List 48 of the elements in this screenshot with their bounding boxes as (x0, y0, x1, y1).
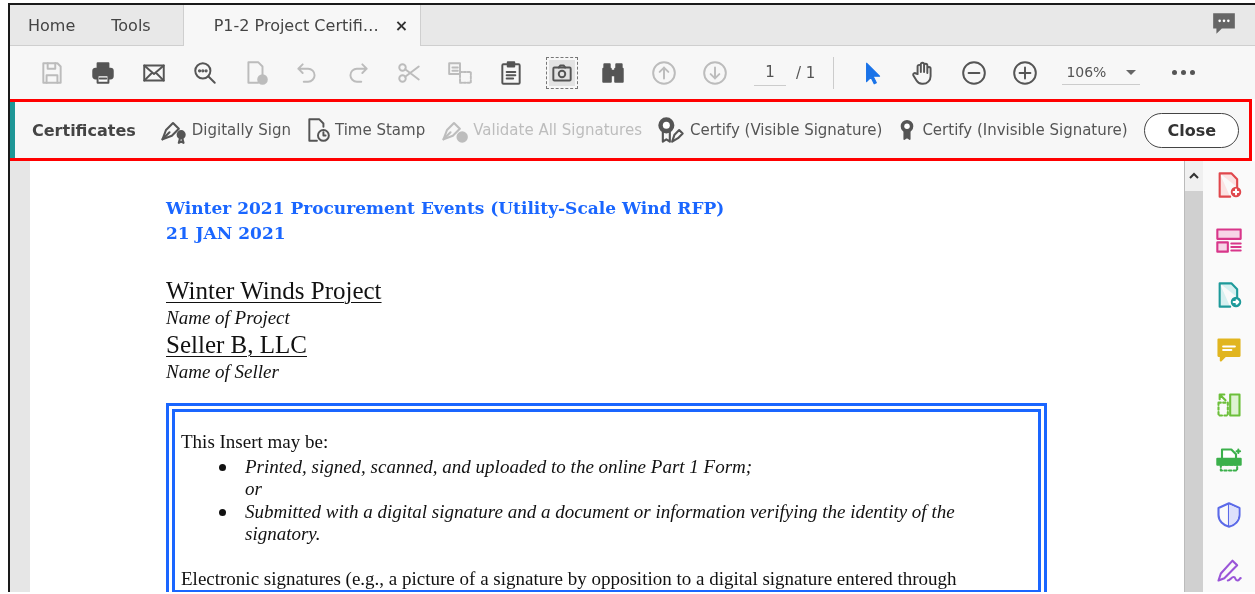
certificates-title: Certificates (32, 120, 136, 140)
close-tab-button[interactable]: × (394, 16, 409, 35)
insert-intro: This Insert may be: (181, 431, 330, 454)
paragraph: Electronic signatures (e.g., a picture of a signature by opposition to a digital signature entered through (181, 567, 958, 590)
certificate-action[interactable]: Digitally Sign (157, 116, 291, 144)
comment-icon (1211, 10, 1237, 36)
tool-shortcut[interactable] (1215, 501, 1243, 529)
comment-icon (1215, 336, 1243, 364)
print-icon (89, 59, 116, 86)
list-item-text: or (245, 478, 263, 501)
search-icon (191, 59, 218, 86)
page-total: / 1 (796, 63, 816, 82)
document-heading: 21 JAN 2021 (166, 222, 287, 245)
scroll-up-button[interactable] (1185, 161, 1203, 191)
certificate-action[interactable]: Time Stamp (304, 116, 426, 144)
ribbon-pen-icon (655, 116, 686, 144)
tab[interactable]: Home (10, 5, 94, 45)
close-button[interactable]: Close (1144, 112, 1239, 148)
bullet-icon (219, 463, 226, 471)
caption: Name of Seller (166, 360, 280, 384)
chevron-up-icon (1189, 172, 1199, 180)
scan-icon (1215, 446, 1243, 474)
list-item-text: Submitted with a digital signature and a document or information verifying the identity of the signatory. (245, 500, 956, 546)
scrollbar[interactable] (1184, 161, 1203, 592)
tool-shortcut[interactable] (1215, 226, 1243, 254)
copy-icon (446, 59, 473, 86)
page-number-field[interactable]: 1 (754, 59, 786, 86)
tab[interactable]: Tools (93, 5, 169, 45)
certificate-action[interactable]: Certify (Visible Signature) (655, 116, 883, 144)
tool-shortcut[interactable] (1215, 446, 1243, 474)
zoom-in-icon (1011, 59, 1038, 86)
caption: Name of Project (166, 306, 291, 330)
tool-shortcut[interactable] (1215, 391, 1243, 419)
zoom-dropdown[interactable]: 106% (1062, 60, 1141, 85)
project-name: Winter Winds Project (166, 276, 382, 305)
layout-icon (1215, 226, 1243, 254)
organize-pages-icon (1215, 391, 1243, 419)
document-heading: Winter 2021 Procurement Events (Utility-Scale Wind RFP) (166, 197, 726, 220)
arrow-up-icon (650, 59, 677, 86)
seller-name: Seller B, LLC (166, 330, 307, 359)
bullet-icon (219, 508, 226, 516)
shield-icon (1215, 501, 1243, 529)
camera-icon (548, 59, 575, 86)
list-item-text: Printed, signed, scanned, and uploaded to the online Part 1 Form; (245, 455, 753, 478)
certificate-action[interactable]: Certify (Invisible Signature) (896, 116, 1128, 144)
tab[interactable]: P1-2 Project Certifi… × (182, 5, 422, 46)
arrow-down-icon (701, 59, 728, 86)
zoom-out-icon (960, 59, 987, 86)
